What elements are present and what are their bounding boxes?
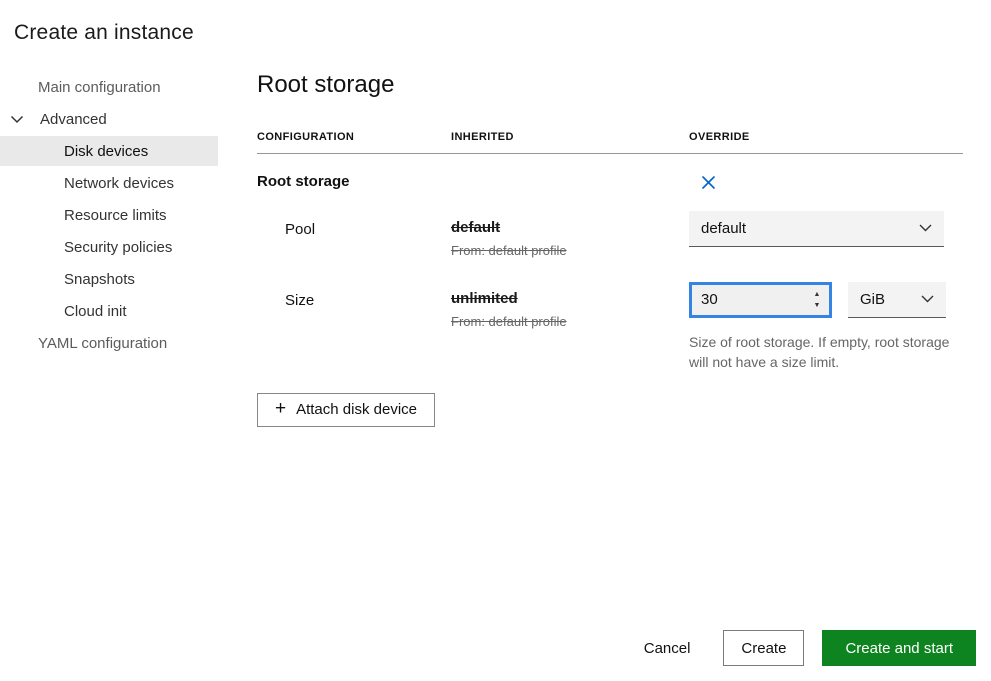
sidebar-item-label: Resource limits [64,207,167,224]
page-title: Create an instance [14,21,194,45]
create-and-start-button[interactable]: Create and start [822,630,976,666]
chevron-down-icon [919,224,932,232]
sidebar-item-security-policies[interactable]: Security policies [0,232,218,262]
size-stepper[interactable]: ▲ ▼ [805,291,829,309]
size-help-text: Size of root storage. If empty, root sto… [689,332,961,372]
config-table-header: CONFIGURATION INHERITED OVERRIDE [257,131,963,154]
stepper-up-icon[interactable]: ▲ [814,291,821,298]
clear-override-button[interactable] [700,174,716,190]
pool-select[interactable]: default [689,211,944,247]
sidebar-item-resource-limits[interactable]: Resource limits [0,200,218,230]
pool-select-value: default [701,220,746,237]
cancel-button[interactable]: Cancel [630,632,705,665]
sidebar-item-network-devices[interactable]: Network devices [0,168,218,198]
column-header-inherited: INHERITED [451,131,689,143]
column-header-override: OVERRIDE [689,131,963,143]
stepper-down-icon[interactable]: ▼ [814,302,821,309]
plus-icon: + [275,399,286,418]
inherited-source: From: default profile [451,314,689,329]
row-label: Pool [257,211,451,258]
table-row-size: Size unlimited From: default profile ▲ ▼… [257,282,963,372]
column-header-configuration: CONFIGURATION [257,131,451,143]
sidebar-item-yaml-configuration[interactable]: YAML configuration [0,328,218,358]
attach-disk-device-label: Attach disk device [296,401,417,418]
sidebar-item-label: Security policies [64,239,172,256]
chevron-down-icon [10,115,26,124]
sidebar-item-main-configuration[interactable]: Main configuration [0,72,218,102]
section-title: Root storage [257,70,963,100]
sidebar-item-cloud-init[interactable]: Cloud init [0,296,218,326]
inherited-source: From: default profile [451,243,689,258]
attach-disk-device-button[interactable]: + Attach disk device [257,393,435,427]
sidebar-item-advanced[interactable]: Advanced [0,104,218,134]
create-button[interactable]: Create [723,630,804,666]
size-unit-select[interactable]: GiB [848,282,946,318]
sidebar-item-label: Snapshots [64,271,135,288]
form-footer: Cancel Create Create and start [630,630,976,666]
row-label: Root storage [257,173,451,191]
form-navigation: Main configuration Advanced Disk devices… [0,72,218,360]
size-unit-value: GiB [860,291,885,308]
sidebar-item-label: Cloud init [64,303,127,320]
sidebar-item-disk-devices[interactable]: Disk devices [0,136,218,166]
sidebar-item-label: YAML configuration [38,335,167,352]
sidebar-item-label: Network devices [64,175,174,192]
size-input[interactable] [692,291,805,308]
table-row-root-storage: Root storage [257,154,963,194]
row-label: Size [257,282,451,372]
sidebar-item-label: Advanced [40,111,107,128]
sidebar-item-label: Main configuration [38,79,161,96]
chevron-down-icon [921,295,934,303]
root-storage-section: Root storage CONFIGURATION INHERITED OVE… [257,70,963,427]
size-input-wrapper: ▲ ▼ [689,282,832,318]
inherited-value: unlimited [451,290,689,308]
sidebar-item-label: Disk devices [64,143,148,160]
close-icon [702,176,715,189]
sidebar-item-snapshots[interactable]: Snapshots [0,264,218,294]
inherited-value: default [451,219,689,237]
table-row-pool: Pool default From: default profile defau… [257,211,963,258]
